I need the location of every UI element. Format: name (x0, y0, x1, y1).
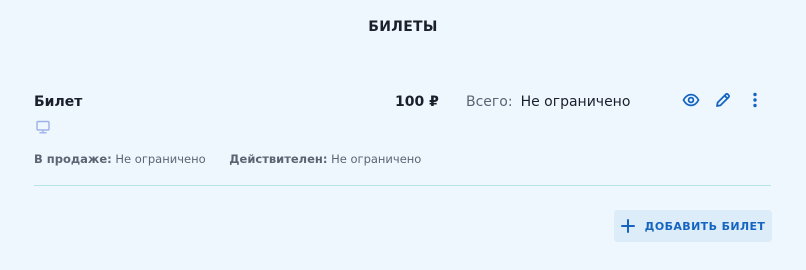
valid-info: Действителен: Не ограничено (229, 152, 421, 166)
ticket-total-label: Всего: (466, 94, 513, 110)
kebab-menu-icon (746, 91, 764, 113)
view-button[interactable] (680, 91, 702, 113)
more-button[interactable] (744, 91, 766, 113)
valid-label: Действителен: (229, 152, 328, 166)
ticket-actions (680, 91, 770, 113)
plus-icon (620, 219, 635, 233)
monitor-icon (35, 119, 51, 135)
ticket-price: 100 ₽ (395, 94, 439, 110)
ticket-total: Всего: Не ограничено (466, 94, 630, 110)
pencil-icon (714, 91, 732, 113)
ticket-row: Билет 100 ₽ Всего: Не ограничено В продаж… (34, 88, 771, 186)
on-sale-value: Не ограничено (115, 152, 206, 166)
on-sale-label: В продаже: (34, 152, 112, 166)
ticket-name: Билет (34, 94, 83, 110)
on-sale-info: В продаже: Не ограничено (34, 152, 206, 166)
tickets-page: БИЛЕТЫ Билет 100 ₽ Всего: Не ограничено В… (0, 0, 806, 270)
edit-button[interactable] (712, 91, 734, 113)
ticket-meta: В продаже: Не ограничено Действителен: Н… (34, 152, 441, 166)
add-ticket-button[interactable]: ДОБАВИТЬ БИЛЕТ (614, 210, 772, 242)
ticket-total-value: Не ограничено (520, 94, 631, 110)
eye-icon (682, 91, 700, 113)
valid-value: Не ограничено (331, 152, 422, 166)
add-ticket-label: ДОБАВИТЬ БИЛЕТ (644, 219, 766, 233)
section-title: БИЛЕТЫ (368, 19, 438, 35)
